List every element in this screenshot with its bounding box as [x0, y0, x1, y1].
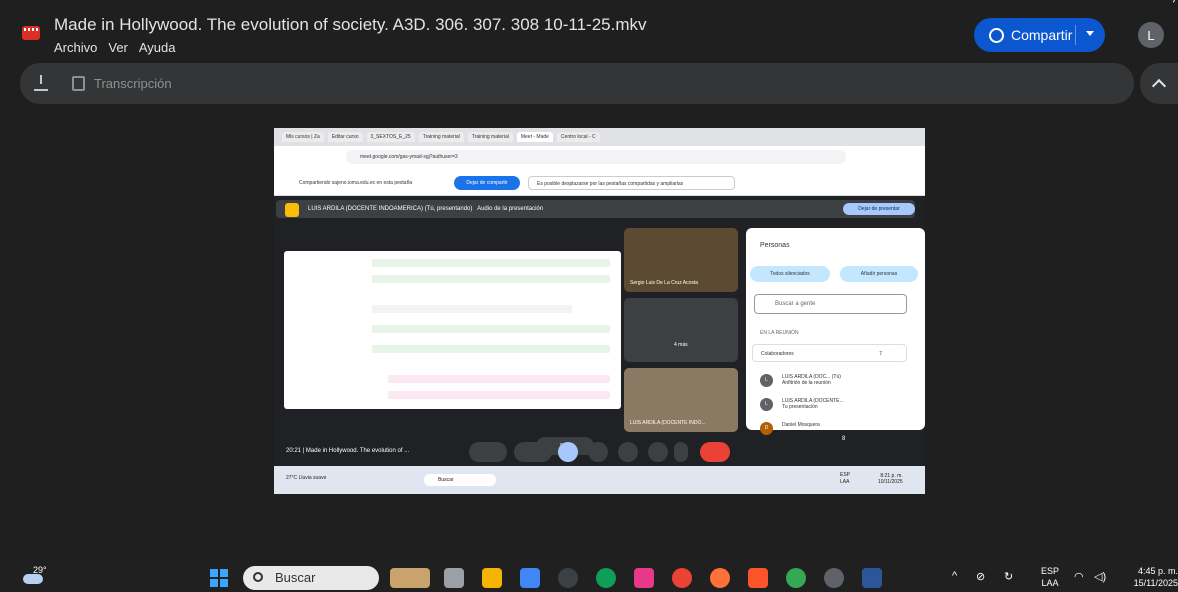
weather-widget[interactable]: 29° — [23, 565, 47, 588]
collaborators-group: Colaboradores 7 — [752, 344, 907, 362]
inner-tab: Centro local - C — [556, 132, 600, 142]
inner-tab-active: Meet - Made — [516, 132, 553, 142]
inner-clock: 8:21 p. m. 10/11/2025 — [878, 473, 903, 485]
edge-icon[interactable] — [596, 568, 616, 588]
share-button[interactable]: Compartir — [974, 18, 1105, 52]
people-search: Buscar a gente — [754, 294, 907, 314]
taskbar-search-label: Buscar — [275, 570, 316, 585]
meet-controls: 20:21 | Made in Hollywood. The evolution… — [274, 436, 925, 466]
transcript-label[interactable]: Transcripción — [94, 76, 172, 91]
globe-icon — [989, 27, 1004, 43]
inner-lang: ESP LAA — [840, 472, 851, 485]
section-label: EN LA REUNIÓN — [760, 330, 799, 336]
meet-area: LUIS ARDILA (DOCENTE INDOAMERICA) (Tú, p… — [274, 196, 925, 494]
inner-search: Buscar — [424, 474, 496, 486]
video-app-icon — [22, 26, 40, 40]
partial-icon — [1165, 0, 1175, 4]
network-icon[interactable]: ↻ — [1004, 570, 1013, 583]
language-indicator[interactable]: ESP LAA — [1038, 565, 1062, 589]
inner-tab: Training material — [418, 132, 464, 142]
mute-notif-icon[interactable]: ⊘ — [976, 570, 985, 583]
people-title: Personas — [760, 242, 790, 249]
inner-url: meet.google.com/gas-ymad-sgj?authuser=3 — [346, 150, 846, 164]
inner-share-bar: Compartiendo sajeno.ioma.edu.ec en esta … — [274, 168, 925, 196]
people-panel: Personas Todos silenciados Añadir person… — [746, 228, 925, 435]
system-clock[interactable]: 4:45 p. m. 15/11/2025 — [1118, 565, 1178, 589]
participant-tile: 4 más — [624, 298, 738, 362]
title-bar: Made in Hollywood. The evolution of soci… — [0, 0, 1178, 62]
presenter-name: LUIS ARDILA (DOCENTE INDOAMERICA) (Tú, p… — [308, 206, 544, 212]
stop-presenting-button: Dejar de presentar — [843, 203, 915, 215]
participant-tile: LUIS ARDILA (DOCENTE INDO... — [624, 368, 738, 432]
temperature: 29° — [33, 565, 47, 575]
inner-tab: Training material — [467, 132, 513, 142]
collapse-button[interactable] — [1140, 63, 1178, 104]
inner-tab: Editar curso — [327, 132, 363, 142]
more-button — [674, 442, 688, 462]
mute-all-button: Todos silenciados — [750, 266, 830, 282]
transcript-icon — [72, 76, 85, 91]
download-icon[interactable] — [34, 75, 48, 91]
word-icon[interactable] — [862, 568, 882, 588]
viewer-toolbar: Transcripción — [20, 63, 1134, 104]
file-explorer-icon[interactable] — [482, 568, 502, 588]
meet-header: LUIS ARDILA (DOCENTE INDOAMERICA) (Tú, p… — [276, 200, 915, 218]
add-people-button: Añadir personas — [840, 266, 918, 282]
volume-icon[interactable]: ◁) — [1094, 570, 1106, 583]
participant-tile: Sergio Luis De La Cruz Acosta — [624, 228, 738, 292]
inner-taskbar: 27°C Lluvia suave Buscar ESP LAA 8:21 p. … — [274, 466, 925, 494]
speed-icon[interactable] — [558, 568, 578, 588]
sharing-note: Es posible desplazarse por las pestañas … — [528, 176, 735, 190]
share-divider — [1075, 25, 1076, 45]
account-avatar[interactable]: L — [1138, 22, 1164, 48]
emoji-button — [588, 442, 608, 462]
member-row: L LUIS ARDILA (DOCENTE... Tu presentación — [760, 396, 900, 416]
mic-button — [469, 442, 507, 462]
share-label: Compartir — [1011, 27, 1073, 43]
chrome-icon[interactable] — [786, 568, 806, 588]
stop-sharing-button: Dejar de compartir — [454, 176, 520, 190]
chevron-up-icon[interactable]: ^ — [952, 570, 957, 582]
menu-ver[interactable]: Ver — [108, 40, 128, 55]
openai-icon[interactable] — [824, 568, 844, 588]
end-call-button — [700, 442, 730, 462]
sharing-text: Compartiendo sajeno.ioma.edu.ec en esta … — [299, 180, 413, 186]
video-frame[interactable]: Mis cursos | Za Editar curso 3_SEXTOS_E_… — [274, 128, 925, 494]
inner-tab: Mis cursos | Za — [282, 132, 324, 142]
raise-hand-button — [648, 442, 668, 462]
cloud-icon — [23, 574, 43, 584]
inner-address-bar: meet.google.com/gas-ymad-sgj?authuser=3 — [274, 146, 925, 168]
chevron-down-icon[interactable] — [1086, 31, 1094, 36]
captions-button — [618, 442, 638, 462]
firefox-icon[interactable] — [710, 568, 730, 588]
app-icon[interactable] — [634, 568, 654, 588]
menu-bar: Archivo Ver Ayuda — [54, 40, 176, 55]
present-icon — [285, 203, 299, 217]
taskbar-search[interactable]: Buscar — [243, 566, 379, 590]
present-button — [558, 442, 578, 462]
menu-archivo[interactable]: Archivo — [54, 40, 97, 55]
window-title: Made in Hollywood. The evolution of soci… — [54, 15, 647, 34]
inner-tab: 3_SEXTOS_E_25 — [366, 132, 415, 142]
member-row: L LUIS ARDILA (DOC... (Tú) Anfitrión de l… — [760, 372, 900, 392]
search-icon — [253, 572, 263, 582]
brave-icon[interactable] — [748, 568, 768, 588]
camera-button — [514, 442, 552, 462]
copilot-icon[interactable] — [520, 568, 540, 588]
windows-taskbar: 29° Buscar ^ ⊘ ↻ ESP LAA ◠ ◁) 4:45 p. m. 1… — [0, 562, 1178, 592]
wifi-icon[interactable]: ◠ — [1074, 570, 1084, 583]
menu-ayuda[interactable]: Ayuda — [139, 40, 176, 55]
start-button[interactable] — [210, 569, 228, 587]
inner-weather: 27°C Lluvia suave — [286, 475, 327, 481]
participants-badge: 8 — [842, 436, 846, 442]
opera-icon[interactable] — [672, 568, 692, 588]
meeting-time-title: 20:21 | Made in Hollywood. The evolution… — [286, 448, 410, 454]
widget-app-icon[interactable] — [390, 568, 430, 588]
shared-document: 90% — [284, 251, 621, 455]
inner-browser-tabs: Mis cursos | Za Editar curso 3_SEXTOS_E_… — [274, 128, 925, 146]
task-view-icon[interactable] — [444, 568, 464, 588]
